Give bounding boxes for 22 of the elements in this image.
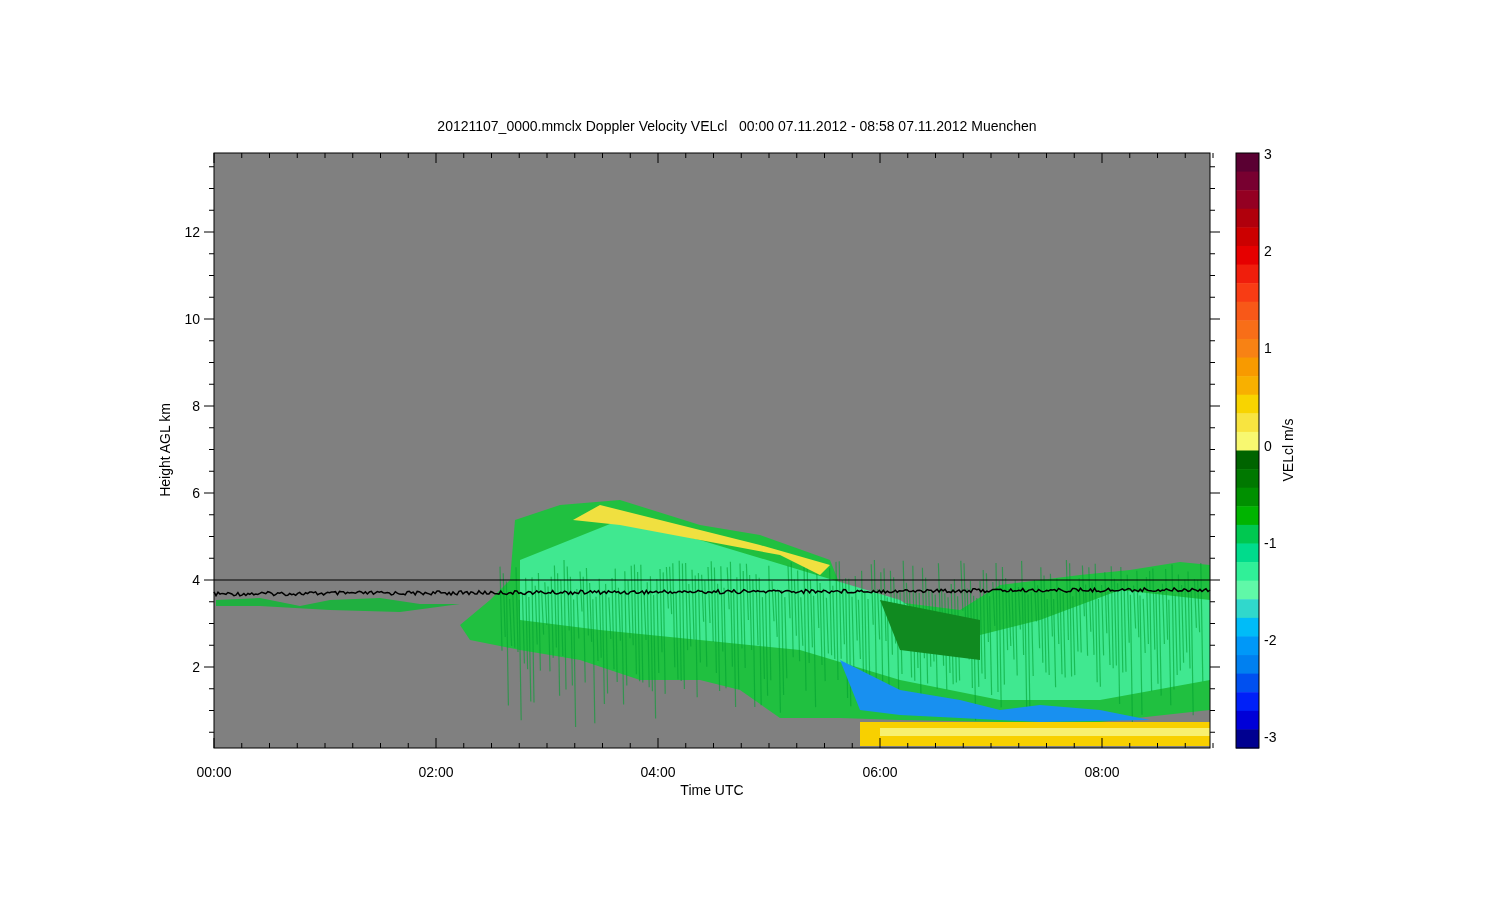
y-axis-label: Height AGL km xyxy=(157,403,173,497)
colorbar-label: VELcl m/s xyxy=(1280,418,1296,482)
y-tick-label: 8 xyxy=(192,398,200,414)
colorbar-tick-label: -1 xyxy=(1264,534,1277,551)
colorbar-tick-label: -3 xyxy=(1264,729,1277,745)
colorbar-tick-label: 1 xyxy=(1264,340,1272,357)
x-tick-label: 06:00 xyxy=(862,764,898,780)
x-tick-label: 08:00 xyxy=(1084,764,1120,780)
y-tick-label: 10 xyxy=(184,311,200,327)
y-tick-label: 2 xyxy=(192,659,200,675)
y-tick-label: 6 xyxy=(192,485,200,501)
colorbar-tick-label: 2 xyxy=(1264,243,1272,260)
colorbar-tick-label: 0 xyxy=(1264,437,1272,454)
colorbar-tick-label: -2 xyxy=(1264,631,1277,648)
x-tick-label: 04:00 xyxy=(640,764,676,780)
x-tick-label: 00:00 xyxy=(196,764,232,780)
y-tick-label: 4 xyxy=(192,572,200,588)
x-axis-label: Time UTC xyxy=(680,782,744,798)
x-tick-label: 02:00 xyxy=(418,764,454,780)
y-tick-label: 12 xyxy=(184,224,200,240)
colorbar-tick-label: 3 xyxy=(1264,146,1272,162)
chart-title: 20121107_0000.mmclx Doppler Velocity VELcl 00:00 07.11.2012 - 08:58 07.11.2012 Muenchen xyxy=(437,118,1037,134)
